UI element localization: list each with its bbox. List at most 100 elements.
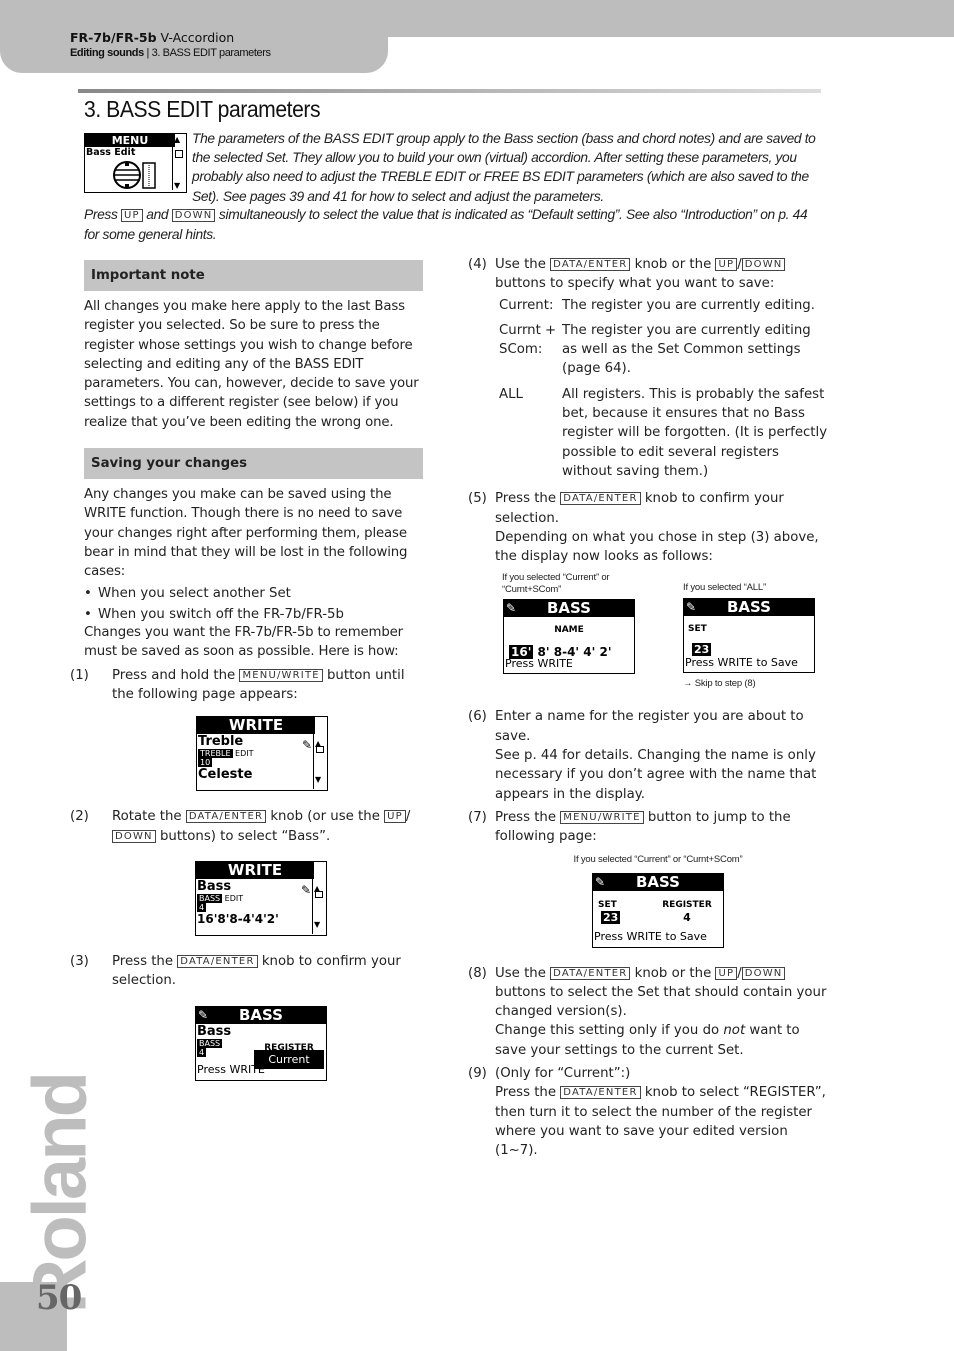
write-edit-icon: ✎: [686, 600, 697, 615]
down-key: DOWN: [171, 209, 216, 222]
step-number: (6): [468, 709, 487, 725]
step-text: Press the: [495, 809, 561, 825]
down-key: DOWN: [741, 966, 786, 980]
up-key: UP: [715, 966, 738, 980]
step-7: (7) Press the MENU/WRITE button to jump …: [468, 808, 828, 847]
lcd-field-value: 23: [601, 910, 621, 924]
lcd-footer: Press WRITE: [197, 1063, 265, 1077]
left-column: Important note All changes you make here…: [70, 260, 423, 1081]
option-term: Current:: [499, 297, 554, 313]
all-lcd: ✎ BASS SET 23 Press WRITE to Save: [683, 598, 815, 674]
lcd-title: WRITE: [228, 716, 284, 735]
scroll-up-icon: ▲: [174, 135, 181, 144]
scroll-thumb: [316, 746, 324, 754]
note-emphasis: not: [723, 1023, 746, 1039]
note-text: Change this setting only if you do: [495, 1023, 724, 1039]
step-number: (7): [468, 809, 487, 825]
lcd-badge-num: 10: [198, 758, 213, 768]
option-desc: The register you are currently editing.: [562, 297, 815, 313]
step-text: knob (or use the: [266, 809, 385, 825]
option-term: ALL: [499, 386, 523, 402]
right-column: (4) Use the DATA/ENTER knob or the UP / DO…: [468, 252, 828, 1161]
important-note-text: All changes you make here apply to the l…: [84, 299, 419, 430]
caption-all: If you selected “ALL”: [683, 582, 766, 594]
data-enter-key: DATA/ENTER: [560, 492, 641, 506]
product-title: FR-7b/FR-5b V-Accordion: [70, 30, 234, 45]
up-key: UP: [384, 810, 406, 824]
step-note: Depending on what you chose in step (3) …: [495, 529, 819, 565]
step-text: Use the: [495, 965, 551, 981]
lcd-footer: Press WRITE to Save: [594, 930, 707, 944]
intro-hint: Press UP and DOWN simultaneously to sele…: [84, 205, 824, 245]
data-enter-key: DATA/ENTER: [550, 258, 631, 271]
lcd-title-bar: WRITE 2: [196, 861, 322, 879]
step-text: buttons to specify what you want to save…: [495, 276, 775, 292]
step-note: See p. 44 for details. Changing the name…: [495, 748, 817, 802]
lcd-title-bar: WRITE 1: [197, 716, 323, 735]
page-header: FR-7b/FR-5b V-Accordion Editing sounds |…: [0, 0, 954, 73]
saving-text-2: Changes you want the FR-7b/FR-5b to reme…: [84, 625, 403, 660]
lcd-title: BASS: [636, 872, 680, 891]
menu-write-key: MENU/WRITE: [239, 668, 323, 682]
lcd-field-label: SET: [688, 624, 707, 635]
lcd-badge: BASS: [197, 1038, 223, 1048]
lcd-title-bar: ✎ BASS: [196, 1005, 326, 1024]
lcd-scrollbar: ▲ ▼: [313, 734, 326, 790]
step-text: Press the: [112, 953, 178, 969]
up-key: UP: [121, 209, 143, 222]
step-text: /: [405, 809, 411, 825]
lcd-line: 16'8'8-4'4'2': [197, 911, 279, 926]
step-6: (6) Enter a name for the register you ar…: [468, 707, 828, 803]
important-note-heading: Important note: [84, 260, 423, 291]
down-key: DOWN: [112, 829, 156, 843]
step-note: Change this setting only if you do not w…: [495, 1021, 828, 1060]
loss-cases-list: When you select another Set When you swi…: [84, 584, 423, 625]
lcd-footer: Press WRITE: [505, 657, 573, 671]
lcd-title: BASS: [727, 598, 771, 617]
set-register-lcd: ✎ BASS SET 23 REGISTER 4 Press WRITE to S…: [592, 872, 724, 948]
step-text: (Only for “Current”:): [495, 1066, 631, 1082]
scroll-thumb: [175, 150, 183, 158]
lcd-field-value: 4: [683, 910, 691, 924]
lcd-title: BASS: [547, 599, 591, 618]
lcd-title: MENU: [111, 134, 149, 147]
save-option: ALL All registers. This is probably the s…: [499, 385, 828, 481]
lcd-line: Bass: [197, 1023, 232, 1039]
lcd-page-number: 2: [315, 864, 322, 876]
hint-mid: and: [142, 207, 172, 222]
step-9: (9) (Only for “Current”:) Press the DATA…: [468, 1064, 828, 1160]
step-text: Press the: [495, 1085, 561, 1101]
lcd-edit-label: EDIT: [224, 893, 244, 903]
step-2: (2) Rotate the DATA/ENTER knob (or use t…: [70, 807, 423, 846]
step-8: (8) Use the DATA/ENTER knob or the UP / DO…: [468, 964, 828, 1060]
write-edit-icon: ✎: [198, 1007, 209, 1022]
lcd-scrollbar: ▲ ▼: [312, 878, 325, 934]
caption-current: If you selected “Current” or “Curnt+SCom…: [502, 572, 610, 596]
step-number: (2): [70, 809, 89, 825]
saving-text: Any changes you make can be saved using …: [84, 487, 408, 580]
step-text: knob or the: [630, 965, 716, 981]
lcd-scrollbar: ▲ ▼: [172, 134, 185, 190]
save-option: Currnt + SCom: The register you are curre…: [499, 321, 828, 379]
step-1: (1) Press and hold the MENU/WRITE button…: [70, 666, 423, 705]
step-text: Use the: [495, 257, 551, 272]
write-lcd-2: WRITE 2 Bass BASS EDIT 4 16'8'8-4'4'2' ✎ …: [195, 860, 327, 936]
option-desc: All registers. This is probably the safe…: [562, 386, 828, 479]
scroll-down-icon: ▼: [314, 919, 321, 929]
scroll-down-icon: ▼: [174, 181, 181, 190]
step-number: (9): [468, 1066, 487, 1082]
lcd-title-bar: ✎ BASS: [593, 872, 723, 891]
breadcrumb-separator: |: [143, 47, 152, 59]
lcd-title: BASS: [239, 1005, 283, 1024]
breadcrumb-page: 3. BASS EDIT parameters: [151, 47, 271, 59]
step-5: (5) Press the DATA/ENTER knob to confirm…: [468, 489, 828, 566]
step-text: knob or the: [630, 257, 716, 272]
step-number: (4): [468, 257, 487, 272]
lcd-field-label: NAME: [554, 625, 584, 636]
step-number: (5): [468, 491, 487, 507]
title-rule: [78, 89, 821, 93]
write-edit-icon: ✎: [595, 874, 606, 889]
breadcrumb-section: Editing sounds: [70, 47, 144, 59]
display-variants: If you selected “Current” or “Curnt+SCom…: [468, 572, 828, 707]
product-name: FR-7b/FR-5b: [70, 30, 157, 45]
